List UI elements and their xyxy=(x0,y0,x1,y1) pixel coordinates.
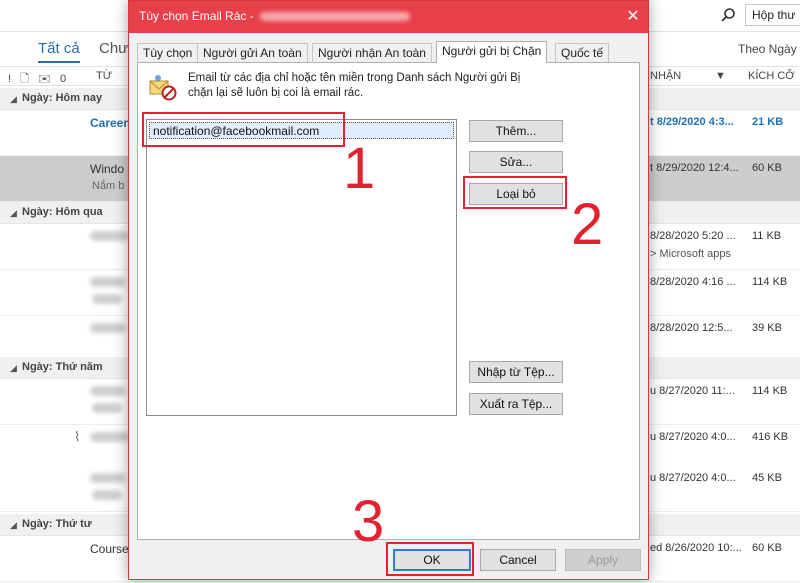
tab-international[interactable]: Quốc tế xyxy=(555,43,610,63)
collapse-triangle-icon[interactable]: ◢ xyxy=(10,520,17,531)
close-icon[interactable]: ✕ xyxy=(622,6,644,28)
group-label: Ngày: Thứ năm xyxy=(22,361,103,373)
add-button[interactable]: Thêm... xyxy=(469,120,563,142)
ok-button[interactable]: OK xyxy=(393,549,471,571)
mail-size: 21 KB xyxy=(752,116,784,128)
tab-safe-recipients[interactable]: Người nhận An toàn xyxy=(312,43,432,63)
mail-size: 114 KB xyxy=(752,276,788,288)
mail-date: 8/28/2020 4:16 ... xyxy=(650,276,736,288)
remove-button[interactable]: Loại bỏ xyxy=(469,183,563,205)
dialog-title-bar[interactable]: Tùy chọn Email Rác - ✕ xyxy=(129,1,648,33)
mail-sender-blurred xyxy=(90,276,126,290)
blocked-senders-list[interactable]: notification@facebookmail.com xyxy=(146,119,457,416)
export-to-file-button[interactable]: Xuất ra Tệp... xyxy=(469,393,563,415)
junk-email-options-dialog: Tùy chọn Email Rác - ✕ Tùy chọn Người gử… xyxy=(128,0,649,580)
search-input[interactable]: Hộp thư xyxy=(745,4,800,26)
blocked-sender-icon xyxy=(149,75,177,101)
mail-size: 60 KB xyxy=(752,162,782,174)
mail-date: t 8/29/2020 12:4... xyxy=(650,162,739,174)
tab-safe-senders[interactable]: Người gửi An toàn xyxy=(197,43,308,63)
column-received[interactable]: NHẬN xyxy=(650,70,681,82)
mail-size: 11 KB xyxy=(752,230,782,242)
attachment-icon: ⌇ xyxy=(74,429,81,444)
blocked-senders-panel: Email từ các địa chỉ hoặc tên miền trong… xyxy=(137,62,640,540)
mail-sender-blurred xyxy=(90,385,126,399)
sort-arrow-icon: ▼ xyxy=(715,70,726,82)
tab-blocked-senders[interactable]: Người gửi bị Chặn xyxy=(436,41,548,63)
cancel-button[interactable]: Cancel xyxy=(480,549,556,571)
mail-size: 45 KB xyxy=(752,472,782,484)
blocked-sender-item[interactable]: notification@facebookmail.com xyxy=(149,122,454,139)
tab-all[interactable]: Tất cả xyxy=(38,40,80,63)
mail-sender-blurred xyxy=(90,322,126,336)
column-from[interactable]: TỪ xyxy=(96,70,112,82)
mail-preview: > Microsoft apps xyxy=(650,248,732,260)
collapse-triangle-icon[interactable]: ◢ xyxy=(10,208,17,219)
dialog-title: Tùy chọn Email Rác - xyxy=(139,9,410,23)
column-size[interactable]: KÍCH CỠ xyxy=(748,70,795,82)
mail-size: 416 KB xyxy=(752,431,789,443)
mail-sender: Windo xyxy=(90,162,125,176)
tab-options[interactable]: Tùy chọn xyxy=(137,43,199,63)
mail-subject-blurred xyxy=(92,403,122,416)
info-description: Email từ các địa chỉ hoặc tên miền trong… xyxy=(188,72,521,99)
group-label: Ngày: Hôm qua xyxy=(22,206,103,218)
collapse-triangle-icon[interactable]: ◢ xyxy=(10,94,17,105)
mail-subject-blurred xyxy=(92,294,122,307)
mail-subject-blurred xyxy=(92,490,122,503)
mail-size: 60 KB xyxy=(752,542,782,554)
collapse-triangle-icon[interactable]: ◢ xyxy=(10,363,17,374)
mail-date: u 8/27/2020 4:0... xyxy=(650,472,736,484)
mail-sender-blurred xyxy=(90,472,126,486)
mail-sender: Course xyxy=(90,542,129,556)
group-label: Ngày: Thứ tư xyxy=(22,518,92,530)
mail-date: ed 8/26/2020 10:... xyxy=(650,542,742,554)
apply-button: Apply xyxy=(565,549,641,571)
mail-subject: Nắm b xyxy=(92,180,125,192)
mail-date: 8/28/2020 5:20 ... xyxy=(650,230,736,242)
mail-size: 39 KB xyxy=(752,322,782,334)
blurred-account xyxy=(259,12,410,22)
mail-date: t 8/29/2020 4:3... xyxy=(650,116,734,128)
edit-button[interactable]: Sửa... xyxy=(469,151,563,173)
import-from-file-button[interactable]: Nhập từ Tệp... xyxy=(469,361,563,383)
mail-sender-blurred xyxy=(90,230,130,244)
mail-date: u 8/27/2020 11:... xyxy=(650,385,735,397)
mail-sender: Career xyxy=(90,116,129,130)
search-icon[interactable] xyxy=(720,7,736,23)
mail-date: u 8/27/2020 4:0... xyxy=(650,431,736,443)
mail-sender-blurred xyxy=(90,431,130,445)
sort-by-date[interactable]: Theo Ngày xyxy=(738,42,797,56)
mail-size: 114 KB xyxy=(752,385,788,397)
mail-date: 8/28/2020 12:5... xyxy=(650,322,733,334)
group-label: Ngày: Hôm nay xyxy=(22,92,103,104)
column-icons[interactable]: ! 🗋 ✉ 0 xyxy=(8,70,69,89)
